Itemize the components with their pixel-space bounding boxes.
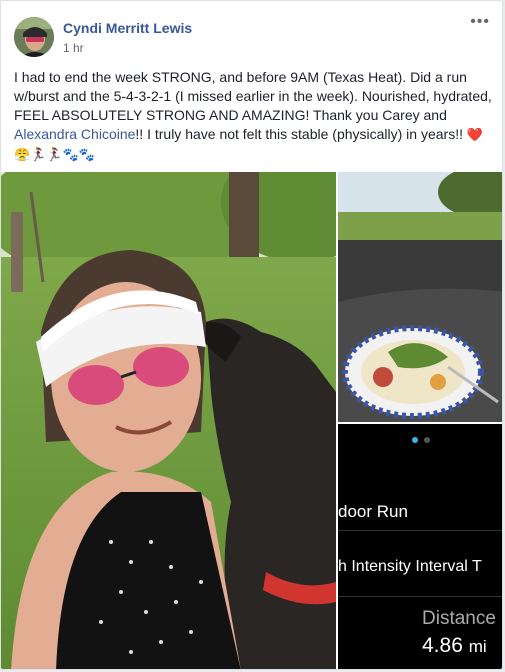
food-photo[interactable] — [338, 172, 502, 422]
more-options-icon[interactable]: ••• — [470, 13, 490, 31]
author-avatar[interactable] — [14, 17, 54, 57]
post-text: I had to end the week STRONG, and before… — [14, 68, 494, 165]
post-text-part1: I had to end the week STRONG, and before… — [14, 69, 492, 123]
workout-type: door Run — [338, 502, 408, 521]
workout-screenshot[interactable]: door Run h Intensity Interval T Distance… — [338, 424, 502, 669]
carousel-dot[interactable] — [424, 437, 430, 443]
distance-label: Distance — [422, 608, 496, 629]
workout-subtype: h Intensity Interval T — [338, 558, 482, 575]
post-text-part2: !! I truly have not felt this stable (ph… — [135, 126, 467, 142]
carousel-dot-active[interactable] — [412, 437, 418, 443]
divider — [338, 530, 502, 531]
author-name[interactable]: Cyndi Merritt Lewis — [63, 20, 192, 36]
distance-number: 4.86 — [422, 634, 463, 657]
divider — [338, 596, 502, 597]
mention-link[interactable]: Alexandra Chicoine — [14, 126, 135, 142]
carousel-dots — [338, 430, 502, 448]
selfie-photo[interactable] — [1, 172, 336, 669]
post-card: Cyndi Merritt Lewis 1 hr ••• I had to en… — [0, 0, 503, 670]
distance-value: 4.86 mi — [422, 634, 487, 658]
post-timestamp[interactable]: 1 hr — [63, 41, 84, 55]
distance-unit: mi — [468, 637, 487, 656]
